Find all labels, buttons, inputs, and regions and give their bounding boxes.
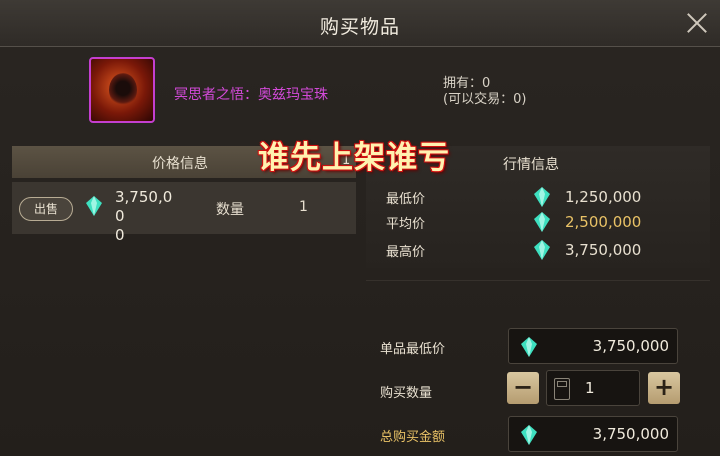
sell-button[interactable]: 出售 [19,197,73,221]
total-amount-field: 3,750,000 [508,416,678,452]
qty-input[interactable]: 1 [546,370,640,406]
market-info-title: 行情信息 [503,157,559,173]
gem-icon [534,212,550,232]
min-price-label: 最低价 [386,192,426,207]
unit-min-price-label: 单品最低价 [380,342,446,357]
total-amount-label: 总购买金额 [380,430,446,445]
price-info-title: 价格信息 [152,156,208,172]
listing-price-line: 3,750,00 [115,188,173,225]
overlay-banner: 谁先上架谁亏 [258,140,450,176]
item-info: 冥思者之悟：奥兹玛宝珠 拥有：0 (可以交易：0) [0,46,720,136]
listing-price: 3,750,00 0 [115,188,175,245]
min-price-value: 1,250,000 [565,188,642,206]
unit-min-price-field: 3,750,000 [508,328,678,364]
gem-icon [86,196,102,216]
item-orb-icon[interactable] [89,57,155,123]
listing-row[interactable]: 出售 3,750,00 0 数量 1 [12,182,356,244]
title-bar: 购买物品 [0,0,720,47]
increase-qty-button[interactable]: + [648,372,680,404]
calculator-icon[interactable] [554,378,570,400]
item-name: 冥思者之悟：奥兹玛宝珠 [174,87,328,103]
listing-qty-value: 1 [299,199,308,215]
unit-min-price-value: 3,750,000 [592,337,669,355]
decrease-qty-button[interactable]: − [507,372,539,404]
divider [366,280,710,281]
max-price-value: 3,750,000 [565,241,642,259]
purchase-window: 购买物品 冥思者之悟：奥兹玛宝珠 拥有：0 (可以交易：0) 价格信息 1 出售… [0,0,720,456]
total-amount-value: 3,750,000 [592,425,669,443]
gem-icon [521,337,537,357]
gem-icon [534,240,550,260]
avg-price-label: 平均价 [386,217,426,232]
listing-qty-label: 数量 [216,202,244,218]
gem-icon [521,425,537,445]
qty-value: 1 [585,379,595,397]
buy-qty-label: 购买数量 [380,386,433,401]
gem-icon [534,187,550,207]
owned-count: 拥有：0 (可以交易：0) [443,76,526,108]
listing-price-line: 0 [115,226,125,244]
owned-line: 拥有：0 [443,76,491,91]
avg-price-value: 2,500,000 [565,213,642,231]
close-icon[interactable] [684,10,710,36]
window-title: 购买物品 [319,16,400,38]
max-price-label: 最高价 [386,245,426,260]
tradable-line: (可以交易：0) [443,92,527,107]
